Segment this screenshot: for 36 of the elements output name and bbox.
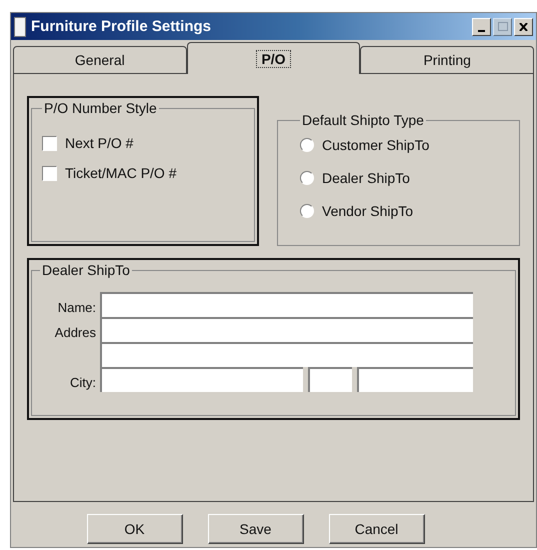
dialog-button[interactable]: Cancel — [328, 514, 424, 544]
app-icon — [14, 16, 26, 36]
dialog-button[interactable]: Save — [208, 514, 304, 544]
input-field[interactable] — [100, 317, 473, 342]
maximize-icon — [498, 22, 508, 31]
input-field[interactable] — [100, 292, 473, 317]
state-field[interactable] — [308, 367, 352, 392]
field-label: City: — [70, 374, 97, 392]
group-title: Dealer ShipTo — [41, 262, 131, 278]
minimize-icon — [478, 30, 485, 32]
checkbox-label: Ticket/MAC P/O # — [65, 165, 177, 181]
radio-button[interactable] — [300, 170, 314, 184]
window-title: Furniture Profile Settings — [31, 18, 212, 35]
checkbox[interactable] — [42, 166, 57, 180]
maximize-button[interactable] — [493, 18, 512, 36]
city-field[interactable] — [100, 367, 303, 392]
zip-field[interactable] — [357, 367, 473, 392]
radio-button[interactable] — [300, 204, 314, 218]
radio-label: Customer ShipTo — [322, 136, 430, 152]
tab[interactable]: Printing — [360, 46, 534, 74]
checkbox-label: Next P/O # — [65, 135, 134, 151]
tab[interactable]: P/O — [186, 42, 360, 74]
field-label: Name: — [58, 299, 97, 317]
radio-label: Vendor ShipTo — [322, 202, 414, 218]
input-field[interactable] — [100, 342, 473, 367]
checkbox[interactable] — [42, 136, 57, 150]
field-label: Addres — [54, 324, 97, 342]
group-title: Default Shipto Type — [301, 112, 425, 128]
close-button[interactable] — [514, 18, 533, 36]
radio-label: Dealer ShipTo — [322, 170, 410, 186]
radio-button[interactable] — [300, 138, 314, 152]
close-icon — [519, 22, 528, 30]
tab[interactable]: General — [13, 46, 187, 74]
dialog-button[interactable]: OK — [86, 514, 182, 544]
group-title: P/O Number Style — [43, 100, 158, 116]
minimize-button[interactable] — [472, 18, 491, 36]
